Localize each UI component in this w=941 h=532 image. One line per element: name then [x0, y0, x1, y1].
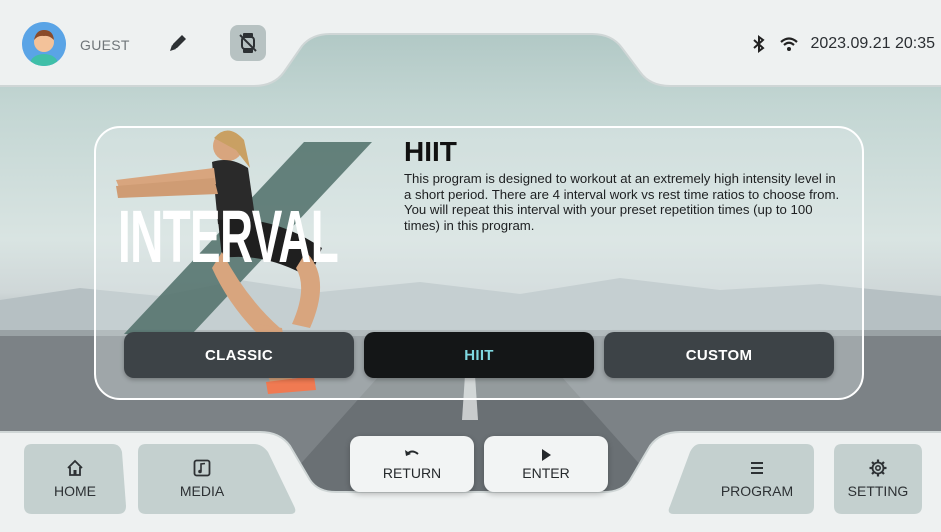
- nav-setting-label: SETTING: [847, 483, 909, 499]
- enter-button[interactable]: ENTER: [484, 436, 608, 492]
- status-area: 2023.09.21 20:35: [750, 35, 935, 53]
- enter-label: ENTER: [522, 464, 570, 481]
- return-button[interactable]: RETURN: [350, 436, 474, 492]
- nav-media-label: MEDIA: [179, 483, 225, 499]
- mode-classic-button[interactable]: CLASSIC: [124, 332, 354, 378]
- list-icon: [751, 462, 763, 474]
- program-title: HIIT: [404, 136, 457, 167]
- watch-disconnected-icon[interactable]: [230, 25, 266, 61]
- nav-media-button[interactable]: MEDIA: [138, 444, 266, 514]
- wifi-icon: [780, 37, 799, 51]
- nav-program-button[interactable]: PROGRAM: [700, 444, 814, 514]
- home-icon: [67, 459, 83, 476]
- nav-home-button[interactable]: HOME: [24, 444, 126, 514]
- nav-setting-button[interactable]: SETTING: [834, 444, 922, 514]
- edit-icon[interactable]: [166, 31, 190, 55]
- nav-program-label: PROGRAM: [720, 483, 794, 499]
- gear-icon: [869, 459, 887, 477]
- nav-home-label: HOME: [54, 483, 96, 499]
- bluetooth-icon: [753, 35, 766, 53]
- mode-hiit-button[interactable]: HIIT: [364, 332, 594, 378]
- user-name: GUEST: [80, 37, 130, 53]
- return-label: RETURN: [382, 464, 442, 481]
- play-icon: [542, 448, 551, 461]
- datetime: 2023.09.21 20:35: [810, 35, 935, 52]
- avatar[interactable]: [22, 22, 66, 66]
- program-description: This program is designed to workout at a…: [404, 171, 840, 233]
- music-icon: [193, 459, 211, 477]
- return-icon: [405, 449, 419, 456]
- mode-custom-button[interactable]: CUSTOM: [604, 332, 834, 378]
- program-panel: INTERVAL HIIT This program is designed t…: [94, 126, 864, 400]
- banner-word: INTERVAL: [118, 195, 339, 278]
